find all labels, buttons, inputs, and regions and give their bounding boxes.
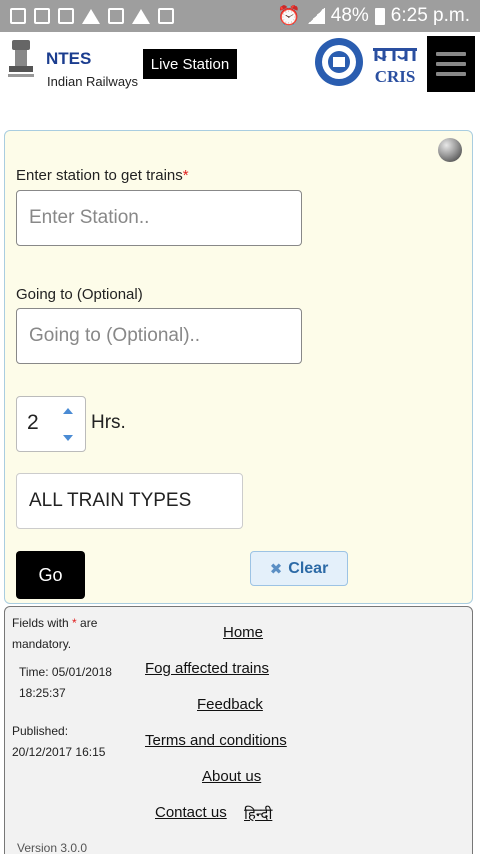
live-station-button[interactable]: Live Station bbox=[143, 49, 237, 79]
fog-affected-trains-link[interactable]: Fog affected trains bbox=[145, 660, 269, 677]
server-time: Time: 05/01/2018 18:25:37 bbox=[19, 665, 112, 700]
battery-percent: 48% bbox=[330, 5, 369, 26]
indian-railways-logo-icon bbox=[8, 40, 34, 77]
notification-icon bbox=[10, 8, 26, 24]
cris-label: CRIS bbox=[375, 67, 416, 86]
published-date: Published: 20/12/2017 16:15 bbox=[12, 724, 106, 759]
notification-icon bbox=[158, 8, 174, 24]
brand-subtitle: Indian Railways bbox=[47, 74, 139, 89]
notification-icons bbox=[10, 8, 174, 24]
railway-emblem-icon bbox=[315, 38, 363, 86]
menu-bar-icon bbox=[436, 62, 466, 66]
contact-us-link[interactable]: Contact us bbox=[155, 804, 227, 821]
battery-icon bbox=[374, 7, 385, 25]
footer-panel: Fields with * are mandatory. Time: 05/01… bbox=[4, 606, 473, 854]
notification-icon bbox=[108, 8, 124, 24]
clock: 6:25 p.m. bbox=[390, 5, 470, 26]
close-icon: ✖ bbox=[269, 560, 283, 578]
going-to-input[interactable] bbox=[16, 308, 302, 364]
notification-icon bbox=[58, 8, 74, 24]
hindi-language-link[interactable]: हिन्दी bbox=[244, 804, 272, 824]
hours-stepper[interactable]: 2 bbox=[16, 396, 86, 452]
hours-value: 2 bbox=[27, 411, 39, 434]
train-type-select[interactable]: ALL TRAIN TYPES bbox=[16, 473, 243, 529]
alarm-icon: ⏰ bbox=[277, 6, 301, 27]
arrow-down-icon bbox=[63, 434, 73, 441]
home-link[interactable]: Home bbox=[223, 624, 263, 641]
required-mark: * bbox=[182, 167, 189, 184]
mandatory-note: Fields with * are mandatory. bbox=[12, 613, 122, 655]
terms-link[interactable]: Terms and conditions bbox=[145, 732, 287, 749]
go-button[interactable]: Go bbox=[16, 551, 85, 599]
stepper-up-button[interactable] bbox=[53, 397, 83, 424]
app-header: NTES Indian Railways Live Station CRIS bbox=[0, 32, 480, 94]
station-input[interactable] bbox=[16, 190, 302, 246]
search-form-panel: Enter station to get trains* Going to (O… bbox=[4, 130, 473, 604]
cris-logo-icon: CRIS bbox=[373, 48, 417, 86]
menu-button[interactable] bbox=[427, 36, 475, 92]
clear-button[interactable]: ✖ Clear bbox=[250, 551, 348, 586]
status-bar: ⏰ 48% 6:25 p.m. bbox=[0, 0, 480, 32]
arrow-up-icon bbox=[63, 407, 73, 414]
going-to-label: Going to (Optional) bbox=[16, 286, 143, 303]
station-label: Enter station to get trains* bbox=[16, 167, 189, 184]
signal-icon bbox=[306, 8, 325, 24]
about-us-link[interactable]: About us bbox=[202, 768, 261, 785]
brand-title: NTES bbox=[46, 49, 92, 68]
app-version: Version 3.0.0 bbox=[17, 841, 88, 854]
notification-icon bbox=[82, 8, 100, 24]
menu-bar-icon bbox=[436, 72, 466, 76]
stepper-down-button[interactable] bbox=[53, 424, 83, 451]
required-mark: * bbox=[72, 616, 77, 630]
hours-unit-label: Hrs. bbox=[91, 412, 126, 433]
notification-icon bbox=[132, 8, 150, 24]
station-label-text: Enter station to get trains bbox=[16, 167, 183, 184]
mandatory-prefix: Fields with bbox=[12, 616, 69, 630]
feedback-link[interactable]: Feedback bbox=[197, 696, 263, 713]
notification-icon bbox=[34, 8, 50, 24]
clear-label: Clear bbox=[288, 559, 329, 577]
theme-ball-icon[interactable] bbox=[438, 138, 462, 162]
menu-bar-icon bbox=[436, 52, 466, 56]
